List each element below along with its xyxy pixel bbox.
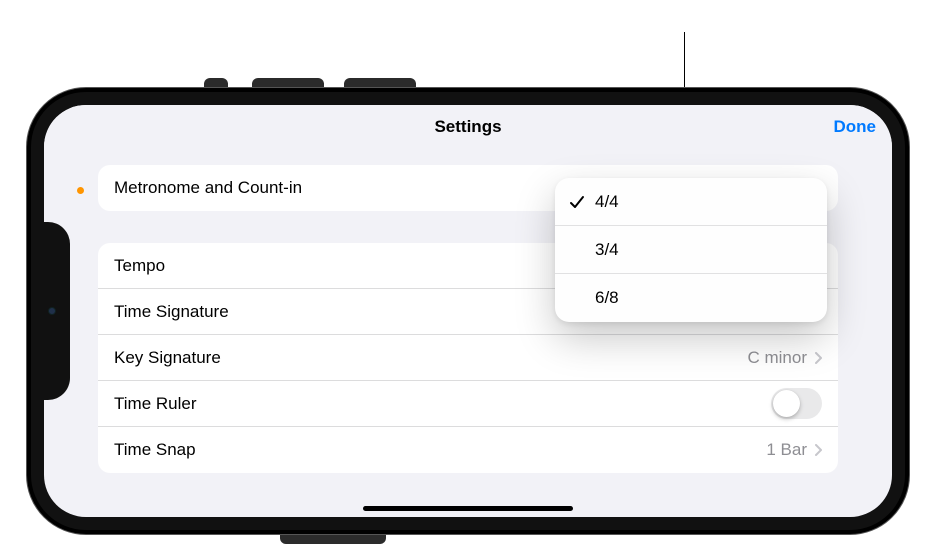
navbar-title: Settings <box>434 117 501 137</box>
camera-sensor <box>48 307 56 315</box>
checkmark-icon <box>567 195 587 209</box>
chevron-right-icon <box>815 444 822 456</box>
key-signature-value: C minor <box>747 348 807 368</box>
popover-option-label: 3/4 <box>595 240 619 260</box>
time-ruler-row: Time Ruler <box>98 381 838 427</box>
time-snap-value-wrap: 1 Bar <box>766 440 822 460</box>
chevron-right-icon <box>815 352 822 364</box>
time-ruler-toggle[interactable] <box>771 388 822 419</box>
time-signature-popover: 4/4 3/4 6/8 <box>555 178 827 322</box>
tempo-label: Tempo <box>114 256 165 276</box>
key-signature-label: Key Signature <box>114 348 221 368</box>
key-signature-row[interactable]: Key Signature C minor <box>98 335 838 381</box>
done-button[interactable]: Done <box>834 117 877 137</box>
time-snap-label: Time Snap <box>114 440 196 460</box>
time-snap-value: 1 Bar <box>766 440 807 460</box>
popover-option-label: 6/8 <box>595 288 619 308</box>
popover-option-4-4[interactable]: 4/4 <box>555 178 827 226</box>
navbar: Settings Done <box>44 105 892 149</box>
notch <box>44 222 70 400</box>
popover-option-6-8[interactable]: 6/8 <box>555 274 827 322</box>
time-ruler-label: Time Ruler <box>114 394 197 414</box>
key-signature-value-wrap: C minor <box>747 348 822 368</box>
metronome-label: Metronome and Count-in <box>114 178 302 198</box>
toggle-knob <box>773 390 800 417</box>
phone-hardware-side-button <box>280 534 386 544</box>
time-snap-row[interactable]: Time Snap 1 Bar <box>98 427 838 473</box>
popover-option-3-4[interactable]: 3/4 <box>555 226 827 274</box>
time-signature-label: Time Signature <box>114 302 229 322</box>
home-indicator[interactable] <box>363 506 573 511</box>
recording-indicator-dot <box>77 187 84 194</box>
popover-option-label: 4/4 <box>595 192 619 212</box>
